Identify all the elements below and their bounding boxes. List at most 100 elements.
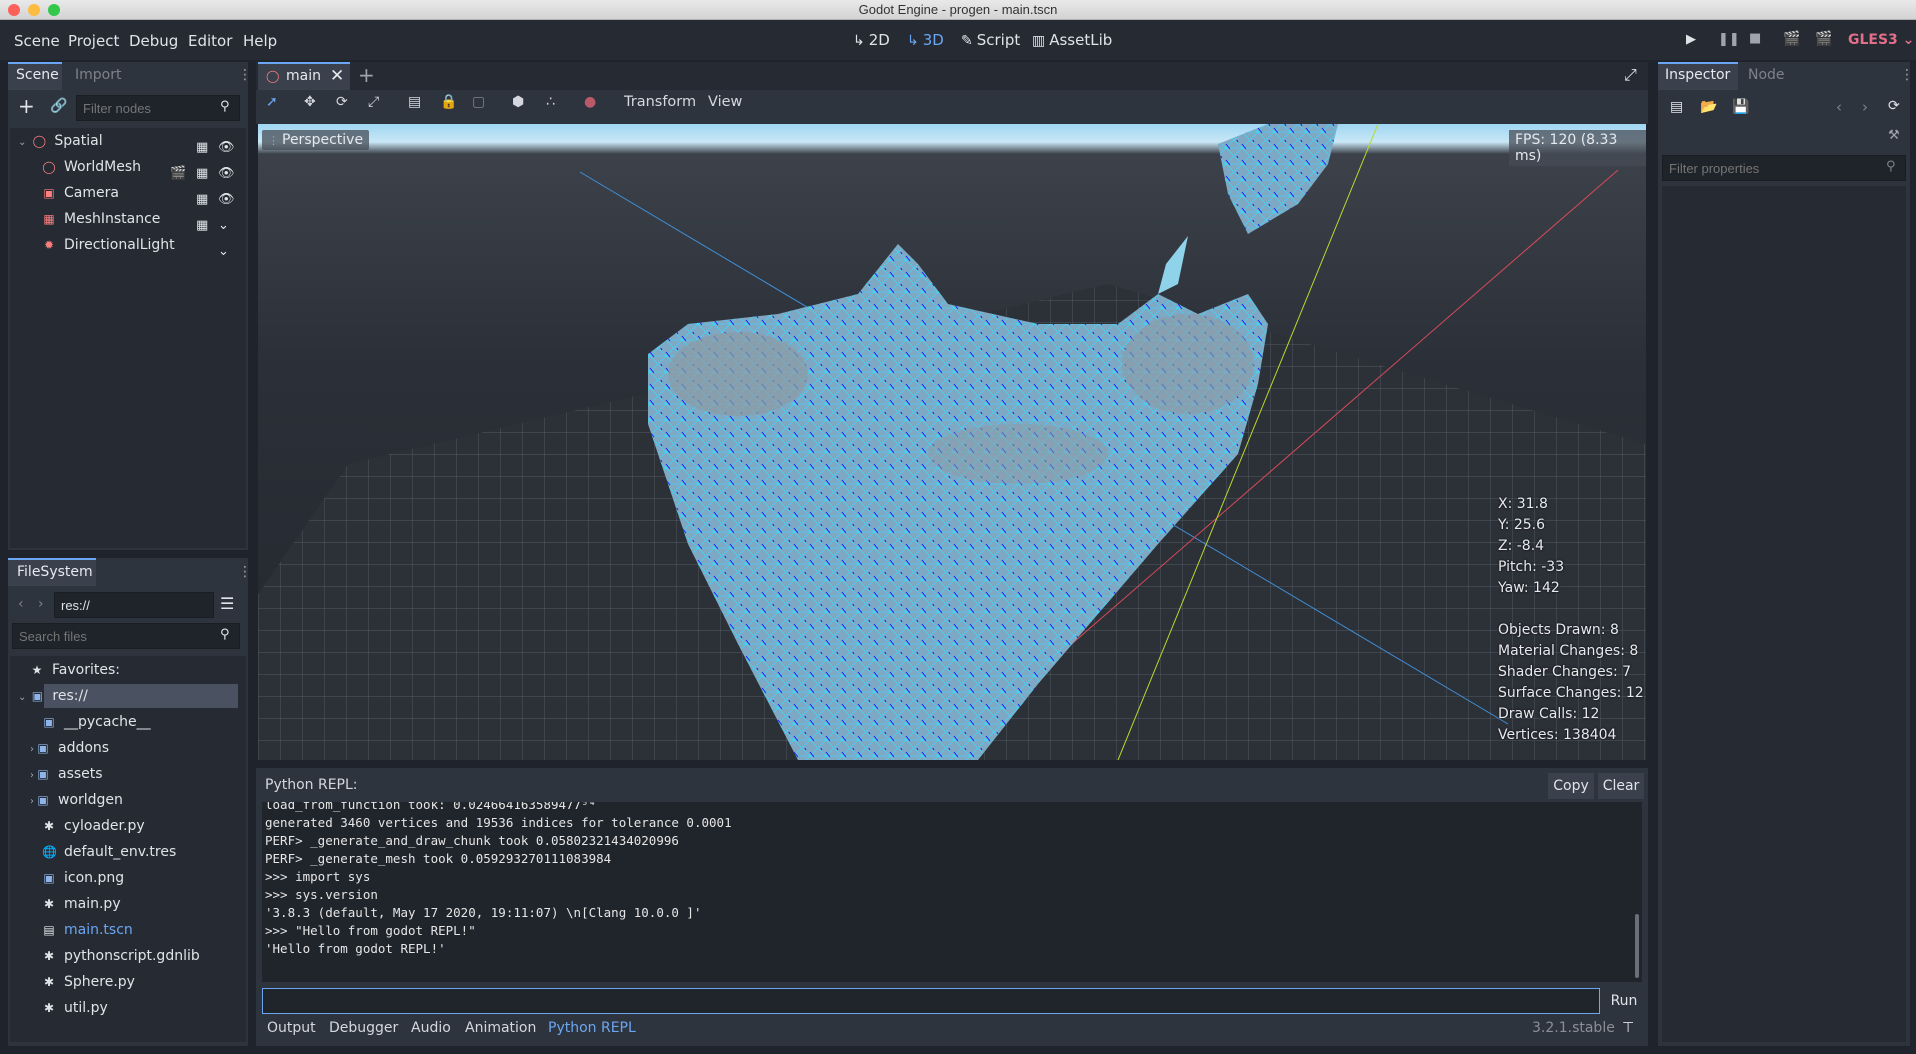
2d-icon: ↳	[853, 33, 865, 49]
local-space-icon[interactable]: ⬢	[512, 94, 524, 110]
tree-node-spatial[interactable]: ⌄ ◯ Spatial ▦ 👁	[18, 128, 242, 155]
window-title: Godot Engine - progen - main.tscn	[858, 2, 1058, 17]
rotate-mode-icon[interactable]: ⟳	[336, 94, 348, 110]
tree-node-directionallight[interactable]: ✹ DirectionalLight ⌄	[42, 232, 242, 259]
snap-icon[interactable]: ∴	[546, 94, 555, 110]
tree-node-meshinstance[interactable]: ▦ MeshInstance ▦ ⌄	[42, 206, 242, 233]
lock-icon[interactable]: 🔒	[440, 94, 457, 110]
renderer-select[interactable]: GLES3 ⌄	[1848, 32, 1914, 48]
new-tab-icon[interactable]: +	[358, 63, 375, 87]
folder-pycache[interactable]: ▣ __pycache__	[42, 709, 150, 735]
file-main-py[interactable]: ✱ main.py	[42, 891, 121, 917]
res-root-row[interactable]: ⌄ ▣ res://	[18, 683, 88, 709]
visibility-closed-icon[interactable]: ⌄	[218, 239, 229, 265]
tab-audio[interactable]: Audio	[411, 1020, 451, 1036]
repl-input[interactable]	[262, 988, 1600, 1014]
tab-debugger[interactable]: Debugger	[329, 1020, 398, 1036]
tab-inspector[interactable]: Inspector	[1665, 67, 1730, 83]
split-view-icon[interactable]: ☰	[220, 594, 238, 614]
perspective-menu[interactable]: ⋮ Perspective	[262, 130, 370, 150]
repl-line: load_from_function took: 0.0246641635894…	[265, 802, 597, 812]
move-mode-icon[interactable]: ✥	[304, 94, 316, 110]
menu-help[interactable]: Help	[243, 32, 277, 50]
collapse-panel-icon[interactable]: ⊤	[1622, 1020, 1634, 1036]
file-util[interactable]: ✱ util.py	[42, 995, 108, 1021]
tab-node[interactable]: Node	[1748, 67, 1785, 83]
filter-nodes-input[interactable]	[76, 95, 240, 121]
copy-button[interactable]: Copy	[1548, 773, 1594, 799]
menu-editor[interactable]: Editor	[188, 32, 232, 50]
transform-menu[interactable]: Transform	[624, 94, 696, 110]
menu-project[interactable]: Project	[68, 32, 119, 50]
pause-icon[interactable]: ❚❚	[1718, 32, 1740, 47]
history-icon[interactable]: ⟳	[1888, 98, 1900, 114]
tools-icon[interactable]: ⚒	[1888, 128, 1900, 143]
workspace-script-button[interactable]: ✎ Script	[961, 31, 1020, 49]
file-default-env[interactable]: 🌐 default_env.tres	[42, 839, 176, 865]
menu-debug[interactable]: Debug	[129, 32, 178, 50]
folder-addons[interactable]: › ▣ addons	[30, 735, 109, 761]
group-icon[interactable]: ▢	[472, 94, 485, 110]
dock-menu-icon[interactable]: ⋮	[1900, 67, 1914, 83]
history-forward-icon[interactable]: ›	[1862, 98, 1868, 116]
camera-preview-icon[interactable]: ●	[584, 94, 596, 110]
file-icon-png[interactable]: ▣ icon.png	[42, 865, 124, 891]
forward-icon[interactable]: ›	[38, 596, 44, 612]
close-icon[interactable]: ✕	[330, 66, 344, 86]
menu-scene[interactable]: Scene	[14, 32, 60, 50]
minimize-window-button[interactable]	[28, 4, 40, 16]
workspace-3d-button[interactable]: ↳ 3D	[907, 31, 944, 49]
clear-button[interactable]: Clear	[1598, 773, 1644, 799]
fullscreen-icon[interactable]: ⤢	[1624, 65, 1637, 85]
play-icon[interactable]: ▶	[1686, 32, 1700, 47]
maximize-window-button[interactable]	[48, 4, 60, 16]
folder-worldgen[interactable]: › ▣ worldgen	[30, 787, 123, 813]
stop-icon[interactable]: ■	[1749, 31, 1763, 46]
coord-yaw: Yaw: 142	[1498, 580, 1560, 596]
tab-python-repl[interactable]: Python REPL	[548, 1020, 636, 1036]
drag-handle-icon: ⋮	[268, 134, 279, 147]
tab-filesystem[interactable]: FileSystem	[17, 564, 93, 580]
select-mode-icon[interactable]: ➚	[266, 94, 278, 110]
close-window-button[interactable]	[8, 4, 20, 16]
repl-scrollbar[interactable]	[1635, 914, 1639, 978]
tree-node-camera[interactable]: ▣ Camera ▦ 👁	[42, 180, 242, 207]
scale-mode-icon[interactable]: ⤢	[368, 94, 379, 110]
history-back-icon[interactable]: ‹	[1836, 98, 1842, 116]
tab-animation[interactable]: Animation	[465, 1020, 536, 1036]
file-pythonscript[interactable]: ✱ pythonscript.gdnlib	[42, 943, 200, 969]
file-main-tscn[interactable]: ▤ main.tscn	[42, 917, 132, 943]
folder-assets[interactable]: › ▣ assets	[30, 761, 103, 787]
add-node-icon[interactable]: +	[18, 96, 35, 116]
play-scene-icon[interactable]: 🎬	[1783, 31, 1800, 47]
tab-scene[interactable]: Scene	[16, 67, 59, 83]
tab-import[interactable]: Import	[75, 67, 121, 83]
play-custom-scene-icon[interactable]: 🎬	[1815, 31, 1832, 47]
workspace-assetlib-button[interactable]: ▥ AssetLib	[1032, 31, 1112, 49]
search-icon: ⚲	[220, 627, 230, 642]
inspector-properties	[1662, 186, 1906, 1042]
search-files-input[interactable]	[12, 623, 240, 649]
instance-scene-icon[interactable]: 🔗	[50, 98, 67, 114]
tree-node-worldmesh[interactable]: ◯ WorldMesh 🎬 ▦ 👁	[42, 154, 242, 181]
favorites-row[interactable]: ★ Favorites:	[30, 657, 120, 683]
list-select-icon[interactable]: ▤	[408, 94, 421, 110]
tab-main[interactable]: ◯ main ✕	[258, 62, 350, 90]
filter-properties-input[interactable]	[1662, 155, 1906, 181]
view-menu[interactable]: View	[708, 94, 742, 110]
workspace-2d-button[interactable]: ↳ 2D	[853, 31, 890, 49]
open-resource-icon[interactable]: 📂	[1700, 99, 1717, 115]
dock-menu-icon[interactable]: ⋮	[238, 67, 252, 83]
3d-viewport[interactable]: ⋮ Perspective FPS: 120 (8.33 ms) X: 31.8 …	[258, 124, 1646, 760]
path-input[interactable]	[54, 592, 214, 618]
dock-menu-icon[interactable]: ⋮	[238, 564, 252, 580]
search-icon: ⚲	[1886, 159, 1896, 174]
run-button[interactable]: Run	[1606, 988, 1642, 1014]
tab-output[interactable]: Output	[267, 1020, 316, 1036]
save-resource-icon[interactable]: 💾	[1732, 99, 1749, 115]
file-cyloader[interactable]: ✱ cyloader.py	[42, 813, 145, 839]
chevron-down-icon[interactable]: ⌄	[18, 137, 26, 148]
file-sphere[interactable]: ✱ Sphere.py	[42, 969, 135, 995]
back-icon[interactable]: ‹	[18, 596, 24, 612]
new-resource-icon[interactable]: ▤	[1670, 99, 1683, 115]
